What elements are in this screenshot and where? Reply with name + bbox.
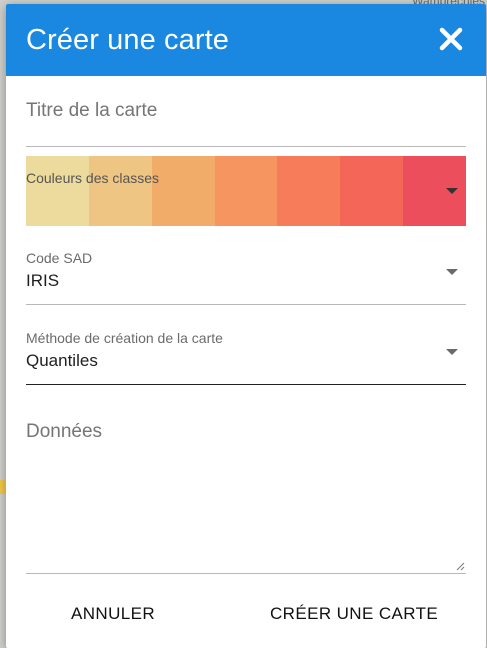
color-swatch-6 (340, 156, 404, 226)
color-swatch-3 (151, 156, 215, 226)
map-title-placeholder: Titre de la carte (26, 100, 158, 121)
close-icon (439, 27, 463, 51)
creation-method-value: Quantiles (26, 351, 98, 370)
color-swatch-4 (214, 156, 278, 226)
resize-handle-icon[interactable] (455, 561, 465, 571)
code-sad-value: IRIS (26, 271, 60, 290)
dialog-actions: ANNULER CRÉER UNE CARTE (6, 600, 486, 630)
dialog-title: Créer une carte (26, 23, 229, 56)
color-swatch-1 (26, 156, 89, 226)
color-swatch-2 (88, 156, 152, 226)
creation-method-select[interactable]: Méthode de création de la carte Quantile… (26, 330, 466, 385)
chevron-down-icon (446, 349, 458, 355)
cancel-button[interactable]: ANNULER (63, 600, 163, 628)
close-button[interactable] (438, 26, 464, 52)
creation-method-label: Méthode de création de la carte (26, 330, 223, 346)
color-swatch-5 (277, 156, 341, 226)
data-placeholder: Données (26, 421, 103, 442)
dialog-header: Créer une carte (6, 4, 486, 76)
class-colors-select[interactable]: Couleurs des classes (26, 156, 467, 226)
create-map-dialog: Créer une carte Titre de la carte Couleu… (6, 4, 486, 648)
class-colors-label: Couleurs des classes (26, 170, 160, 186)
chevron-down-icon (446, 269, 458, 275)
create-map-button[interactable]: CRÉER UNE CARTE (262, 600, 446, 628)
map-title-field[interactable]: Titre de la carte (26, 96, 466, 147)
data-textarea[interactable]: Données (26, 416, 466, 574)
code-sad-label: Code SAD (26, 250, 93, 266)
map-road-marker (0, 480, 5, 494)
chevron-down-icon (446, 188, 458, 194)
code-sad-select[interactable]: Code SAD IRIS (26, 250, 466, 305)
